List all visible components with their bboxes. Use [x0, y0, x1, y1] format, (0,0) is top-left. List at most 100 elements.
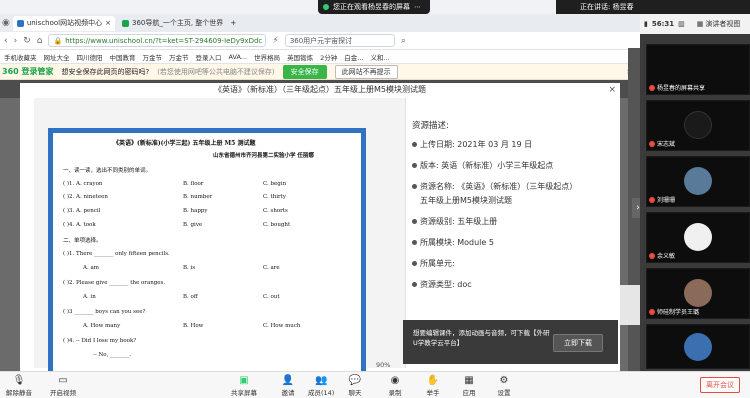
doc-option: A. am — [83, 265, 99, 271]
tab-unischool[interactable]: unischool网站视频中心 × — [12, 15, 115, 31]
lock-icon: 🔒 — [53, 36, 63, 45]
doc-option: B. is — [183, 265, 196, 271]
download-promo-popup: 想要编辑课件，添加动画与音频，可下载【外研U学教学云平台】 立即下载 — [403, 320, 618, 364]
muted-microphone-icon: 🎙 — [12, 375, 26, 386]
start-video-button[interactable]: ▭ 开启视频 — [50, 374, 76, 397]
participant-tile[interactable]: 余义敏 — [646, 212, 750, 263]
document-page: 《英语》(新标准)(小学三起) 五年级上册 M5 测试题 山东省德州市齐河县第二… — [48, 128, 366, 371]
share-screen-button[interactable]: ▣ 共享屏幕 — [231, 374, 257, 397]
doc-question: ( )1. A. crayon — [63, 181, 103, 187]
leave-meeting-button[interactable]: 离开会议 — [700, 377, 740, 393]
share-screen-icon: ▣ — [239, 375, 249, 386]
view-mode-button[interactable]: ▦ 演讲者视图 — [697, 19, 741, 29]
bookmark-item[interactable]: 英国锻炼 — [287, 52, 313, 62]
tab-360[interactable]: 360导航_一个主页, 整个世界 — [118, 16, 227, 31]
members-button[interactable]: 👥 成员(14) — [308, 374, 334, 397]
chat-label: 聊天 — [348, 389, 362, 397]
password-save-bar: 360 登录管家 想安全保存此网页的密码吗? (若您使用网吧等公共电脑不建议保存… — [0, 64, 640, 80]
meeting-toolbar: 🎙 解除静音 ▭ 开启视频 ▣ 共享屏幕 👤 邀请 👥 成员(14) 💬 聊天 … — [0, 371, 750, 398]
participant-tile[interactable]: 杨昱春的屏幕共享 — [646, 44, 750, 95]
download-now-button[interactable]: 立即下载 — [553, 334, 603, 352]
participant-name: 杨昱春的屏幕共享 — [649, 83, 705, 92]
muted-icon — [649, 140, 655, 147]
doc-question: ( )2. Please give _______ the oranges. — [63, 280, 166, 286]
bookmark-item[interactable]: 网址大全 — [44, 52, 70, 62]
tab-close-icon[interactable]: × — [105, 19, 111, 27]
participant-tile[interactable]: 师硅制学员王璐 — [646, 268, 750, 319]
settings-button[interactable]: ⚙ 设置 — [497, 374, 511, 397]
doc-option: B. number — [183, 194, 213, 200]
back-icon[interactable]: ‹ — [4, 36, 8, 46]
avatar — [684, 279, 712, 307]
bullet-icon — [412, 261, 417, 266]
bookmark-item[interactable]: AVA... — [229, 53, 248, 61]
forward-icon[interactable]: › — [14, 36, 18, 46]
bookmark-item[interactable]: 手机收藏夹 — [4, 52, 37, 62]
lightning-icon[interactable]: ⚡ — [272, 36, 278, 46]
apps-button[interactable]: ▦ 应用 — [462, 374, 476, 397]
apps-grid-icon: ▦ — [464, 375, 474, 386]
doc-option: B. give — [183, 222, 203, 228]
record-button[interactable]: ◉ 录制 — [388, 374, 402, 397]
bookmark-item[interactable]: 义和... — [370, 52, 389, 62]
search-icon[interactable]: ⌕ — [401, 36, 406, 46]
bookmark-item[interactable]: 中国教育 — [110, 52, 136, 62]
bookmark-item[interactable]: 世界格局 — [254, 52, 280, 62]
doc-section-heading: 二、单项选择。 — [63, 238, 102, 244]
signal-icon: ▮ — [644, 20, 648, 28]
site-favicon-icon — [122, 19, 129, 27]
close-icon[interactable]: × — [608, 85, 616, 95]
password-manager-brand: 360 登录管家 — [2, 67, 54, 76]
doc-option: B. floor — [183, 181, 204, 187]
search-box[interactable]: 360用户元宇宙探讨 — [284, 34, 395, 47]
more-icon[interactable]: ⋯ — [414, 3, 421, 11]
bullet-icon — [412, 282, 417, 287]
bookmark-item[interactable]: 2分钟 — [320, 52, 337, 62]
doc-option: C. begin — [263, 181, 287, 187]
apps-label: 应用 — [462, 389, 476, 397]
qr-code-image — [620, 285, 640, 325]
bookmark-item[interactable]: 四川德阳 — [77, 52, 103, 62]
bookmark-item[interactable]: 万金节 — [143, 52, 163, 62]
bookmarks-bar: 手机收藏夹 网址大全 四川德阳 中国教育 万金节 万金节 登录入口 AVA...… — [0, 50, 640, 64]
avatar — [684, 223, 712, 251]
participant-tile[interactable]: 宋志斌 — [646, 100, 750, 151]
info-row: 所属单元: — [412, 258, 455, 269]
muted-icon — [649, 196, 655, 203]
bookmark-item[interactable]: 万金节 — [169, 52, 189, 62]
participants-panel: ▮ 56:31 ▥ ▦ 演讲者视图 杨昱春的屏幕共享 宋志斌 刘珊珊 余义敏 师… — [640, 14, 750, 371]
sharing-indicator-icon — [323, 4, 329, 10]
chat-button[interactable]: 💬 聊天 — [348, 374, 362, 397]
new-tab-icon[interactable]: + — [230, 19, 236, 27]
doc-question: ( )3 _______ boys can you see? — [63, 309, 146, 315]
doc-question: ( )1. There _______ only fifteen pencils… — [63, 251, 170, 257]
home-icon[interactable]: ⌂ — [37, 36, 43, 46]
participant-tile[interactable]: 刘珊珊 — [646, 156, 750, 207]
doc-question: ( )4. -- Did I lose my book? — [63, 338, 137, 344]
raise-hand-label: 举手 — [426, 389, 440, 397]
doc-option: C. shorts — [263, 208, 288, 214]
bookmark-item[interactable]: 白金... — [344, 52, 363, 62]
muted-icon — [649, 308, 655, 315]
add-user-icon: 👤 — [281, 375, 295, 386]
info-row: 资源名称: 《英语》（新标准）（三年级起点） — [412, 181, 577, 192]
participant-tile[interactable] — [646, 324, 750, 369]
video-label: 开启视频 — [50, 389, 76, 397]
doc-option: C. thirty — [263, 194, 286, 200]
invite-button[interactable]: 👤 邀请 — [281, 374, 295, 397]
address-bar[interactable]: 🔒 https://www.unischool.cn/?t=ket=ST-294… — [48, 34, 267, 47]
modal-title: 《英语》（新标准）（三年级起点）五年级上册M5模块测试题 — [214, 85, 426, 94]
raise-hand-button[interactable]: ✋ 举手 — [426, 374, 440, 397]
doc-question: ( )2. A. nineteen — [63, 194, 108, 200]
unmute-button[interactable]: 🎙 解除静音 — [6, 374, 32, 397]
refresh-icon[interactable]: ↻ — [23, 36, 31, 46]
bookmark-item[interactable]: 登录入口 — [196, 52, 222, 62]
doc-title: 《英语》(新标准)(小学三起) 五年级上册 M5 测试题 — [113, 140, 256, 147]
participant-name: 余义敏 — [649, 251, 675, 260]
doc-answer: -- No, _______. — [93, 352, 132, 358]
never-prompt-button[interactable]: 此网站不再提示 — [334, 64, 398, 79]
site-favicon-icon — [16, 19, 24, 27]
invite-label: 邀请 — [281, 389, 295, 397]
save-password-button[interactable]: 安全保存 — [282, 64, 327, 79]
doc-option: C. out — [263, 294, 280, 300]
